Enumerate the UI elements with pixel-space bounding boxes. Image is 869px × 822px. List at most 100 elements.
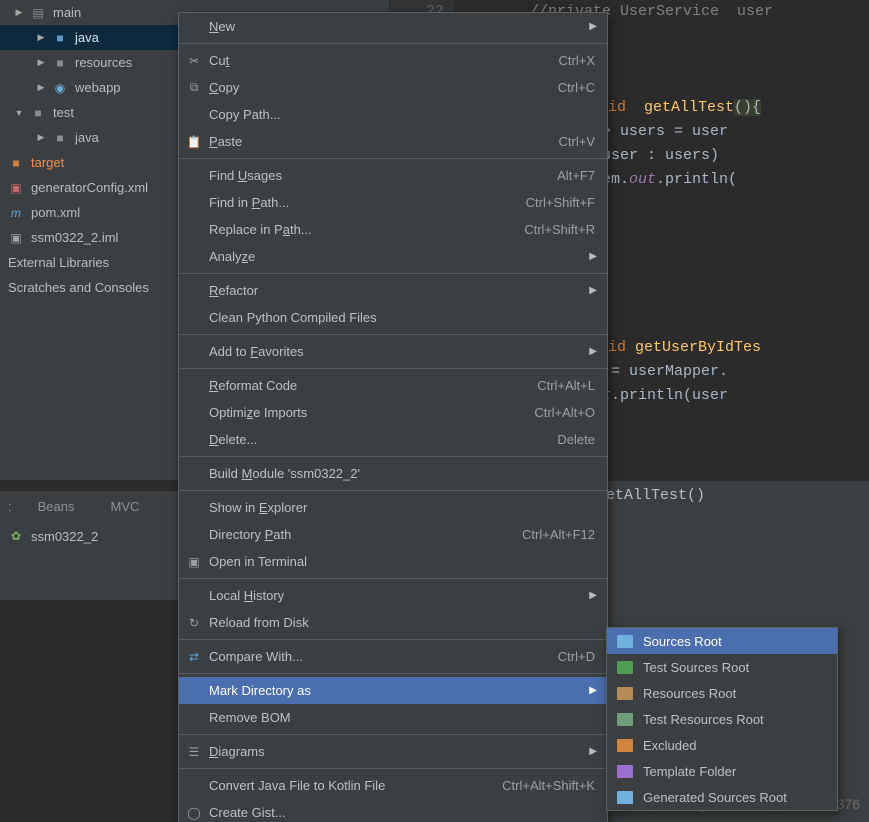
menu-item-delete[interactable]: Delete... Delete — [179, 426, 607, 453]
xml-file-icon: ▣ — [8, 180, 24, 196]
chevron-right-icon: ▶ — [589, 346, 597, 357]
tree-label: External Libraries — [8, 255, 109, 270]
menu-separator — [179, 334, 607, 335]
tree-label: resources — [75, 55, 132, 70]
shortcut: Delete — [557, 432, 595, 447]
shortcut: Ctrl+Alt+F12 — [522, 527, 595, 542]
expand-icon[interactable]: ▶ — [36, 132, 46, 143]
submenu-label: Test Sources Root — [643, 660, 749, 675]
submenu-item-test-resources-root[interactable]: Test Resources Root — [607, 706, 837, 732]
shortcut: Ctrl+X — [559, 53, 595, 68]
submenu-label: Excluded — [643, 738, 696, 753]
menu-separator — [179, 768, 607, 769]
menu-label: Remove BOM — [209, 710, 595, 725]
method-name: getAllTest — [644, 99, 734, 116]
menu-item-reformat[interactable]: Reformat Code Ctrl+Alt+L — [179, 372, 607, 399]
submenu-item-test-sources-root[interactable]: Test Sources Root — [607, 654, 837, 680]
code-text: .println( — [656, 171, 737, 188]
submenu-item-resources-root[interactable]: Resources Root — [607, 680, 837, 706]
menu-label: Compare With... — [209, 649, 558, 664]
shortcut: Ctrl+Shift+R — [524, 222, 595, 237]
structure-hint: etAllTest() — [606, 487, 705, 504]
tree-label: main — [53, 5, 81, 20]
menu-item-optimize-imports[interactable]: Optimize Imports Ctrl+Alt+O — [179, 399, 607, 426]
module-file-icon: ▣ — [8, 230, 24, 246]
chevron-right-icon: ▶ — [589, 746, 597, 757]
menu-item-open-terminal[interactable]: ▣ Open in Terminal — [179, 548, 607, 575]
menu-label: Reload from Disk — [209, 615, 595, 630]
menu-item-compare-with[interactable]: ⇄ Compare With... Ctrl+D — [179, 643, 607, 670]
folder-color-icon — [617, 661, 633, 674]
expand-icon[interactable]: ▶ — [36, 82, 46, 93]
menu-separator — [179, 158, 607, 159]
menu-item-clean-python[interactable]: Clean Python Compiled Files — [179, 304, 607, 331]
folder-icon: ■ — [52, 30, 68, 46]
tree-label: webapp — [75, 80, 121, 95]
menu-item-replace-in-path[interactable]: Replace in Path... Ctrl+Shift+R — [179, 216, 607, 243]
menu-item-analyze[interactable]: Analyze ▶ — [179, 243, 607, 270]
chevron-right-icon: ▶ — [589, 590, 597, 601]
compare-icon: ⇄ — [185, 648, 203, 666]
web-folder-icon: ◉ — [52, 80, 68, 96]
menu-item-create-gist[interactable]: ◯ Create Gist... — [179, 799, 607, 822]
tab-beans[interactable]: Beans — [20, 499, 93, 514]
submenu-label: Resources Root — [643, 686, 736, 701]
collapse-icon[interactable]: ▼ — [14, 108, 24, 118]
folder-color-icon — [617, 765, 633, 778]
folder-color-icon — [617, 713, 633, 726]
spring-icon: ✿ — [8, 528, 24, 544]
menu-item-copy-path[interactable]: Copy Path... — [179, 101, 607, 128]
menu-item-remove-bom[interactable]: Remove BOM — [179, 704, 607, 731]
menu-separator — [179, 734, 607, 735]
tree-label: generatorConfig.xml — [31, 180, 148, 195]
submenu-item-sources-root[interactable]: Sources Root — [607, 628, 837, 654]
context-menu: New ▶ ✂ Cut Ctrl+X ⧉ Copy Ctrl+C Copy Pa… — [178, 12, 608, 822]
shortcut: Ctrl+Shift+F — [526, 195, 595, 210]
expand-icon[interactable]: ▶ — [14, 7, 24, 18]
menu-item-refactor[interactable]: Refactor ▶ — [179, 277, 607, 304]
github-icon: ◯ — [185, 804, 203, 822]
menu-item-show-explorer[interactable]: Show in Explorer — [179, 494, 607, 521]
menu-item-find-in-path[interactable]: Find in Path... Ctrl+Shift+F — [179, 189, 607, 216]
shortcut: Ctrl+C — [558, 80, 595, 95]
expand-icon[interactable]: ▶ — [36, 32, 46, 43]
chevron-right-icon: ▶ — [589, 21, 597, 32]
menu-item-paste[interactable]: 📋 Paste Ctrl+V — [179, 128, 607, 155]
paren: (){ — [734, 99, 761, 116]
menu-item-find-usages[interactable]: Find Usages Alt+F7 — [179, 162, 607, 189]
menu-item-cut[interactable]: ✂ Cut Ctrl+X — [179, 47, 607, 74]
shortcut: Ctrl+Alt+Shift+K — [502, 778, 595, 793]
menu-item-new[interactable]: New ▶ — [179, 13, 607, 40]
reload-icon: ↻ — [185, 614, 203, 632]
menu-item-copy[interactable]: ⧉ Copy Ctrl+C — [179, 74, 607, 101]
folder-color-icon — [617, 635, 633, 648]
paste-icon: 📋 — [185, 133, 203, 151]
tab-mvc[interactable]: MVC — [93, 499, 158, 514]
shortcut: Ctrl+Alt+O — [534, 405, 595, 420]
maven-file-icon: m — [8, 205, 24, 221]
menu-item-diagrams[interactable]: ☰ Diagrams ▶ — [179, 738, 607, 765]
shortcut: Ctrl+V — [559, 134, 595, 149]
menu-item-add-favorites[interactable]: Add to Favorites ▶ — [179, 338, 607, 365]
submenu-label: Sources Root — [643, 634, 722, 649]
menu-label: Clean Python Compiled Files — [209, 310, 595, 325]
folder-icon: ■ — [52, 130, 68, 146]
menu-label: Open in Terminal — [209, 554, 595, 569]
tree-label: java — [75, 30, 99, 45]
copy-icon: ⧉ — [185, 79, 203, 97]
menu-item-mark-directory-as[interactable]: Mark Directory as ▶ — [179, 677, 607, 704]
submenu-item-template-folder[interactable]: Template Folder — [607, 758, 837, 784]
menu-item-local-history[interactable]: Local History ▶ — [179, 582, 607, 609]
menu-separator — [179, 273, 607, 274]
menu-item-convert-kotlin[interactable]: Convert Java File to Kotlin File Ctrl+Al… — [179, 772, 607, 799]
submenu-label: Generated Sources Root — [643, 790, 787, 805]
menu-item-reload-disk[interactable]: ↻ Reload from Disk — [179, 609, 607, 636]
shortcut: Alt+F7 — [557, 168, 595, 183]
menu-item-build-module[interactable]: Build Module 'ssm0322_2' — [179, 460, 607, 487]
tree-label: java — [75, 130, 99, 145]
submenu-item-generated-sources-root[interactable]: Generated Sources Root — [607, 784, 837, 810]
submenu-item-excluded[interactable]: Excluded — [607, 732, 837, 758]
expand-icon[interactable]: ▶ — [36, 57, 46, 68]
folder-color-icon — [617, 739, 633, 752]
menu-item-directory-path[interactable]: Directory Path Ctrl+Alt+F12 — [179, 521, 607, 548]
